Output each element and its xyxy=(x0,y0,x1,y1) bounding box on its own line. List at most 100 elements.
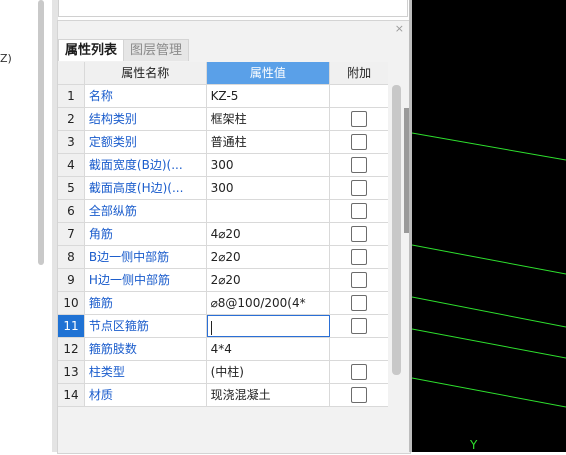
grid-scrollbar[interactable] xyxy=(392,85,401,375)
property-value[interactable]: 现浇混凝土 xyxy=(207,384,331,406)
cad-line xyxy=(411,132,566,161)
top-panel-box xyxy=(58,0,408,17)
table-row[interactable]: 9 H边一侧中部筋 2⌀20 xyxy=(58,269,388,292)
table-row[interactable]: 12 箍筋肢数 4*4 xyxy=(58,338,388,361)
add-cell xyxy=(330,223,388,245)
property-value[interactable]: 4⌀20 xyxy=(207,223,331,245)
header-name[interactable]: 属性名称 xyxy=(85,62,207,84)
property-value[interactable]: 4*4 xyxy=(207,338,331,360)
grid-rows: 1 名称 KZ-5 2 结构类别 框架柱 3 定额类别 普通柱 4 截面宽度(B边)(... 300 5… xyxy=(58,85,388,407)
table-row[interactable]: 4 截面宽度(B边)(... 300 xyxy=(58,154,388,177)
property-name: 角筋 xyxy=(85,223,207,245)
property-value[interactable]: 300 xyxy=(207,177,331,199)
add-checkbox[interactable] xyxy=(351,387,368,403)
table-row[interactable]: 10 箍筋 ⌀8@100/200(4* xyxy=(58,292,388,315)
header-index xyxy=(58,62,85,84)
cad-line xyxy=(411,328,566,359)
property-value[interactable]: ⌀8@100/200(4* xyxy=(207,292,331,314)
header-add[interactable]: 附加 xyxy=(330,62,388,84)
property-name: 截面宽度(B边)(... xyxy=(85,154,207,176)
property-grid: 属性名称 属性值 附加 1 名称 KZ-5 2 结构类别 框架柱 3 定额类别 普通柱 4 截面宽度… xyxy=(58,62,388,407)
table-row[interactable]: 3 定额类别 普通柱 xyxy=(58,131,388,154)
text-caret xyxy=(210,320,212,335)
add-cell xyxy=(330,200,388,222)
add-checkbox[interactable] xyxy=(351,364,368,380)
cad-canvas[interactable] xyxy=(411,0,566,452)
table-row[interactable]: 6 全部纵筋 xyxy=(58,200,388,223)
row-index: 10 xyxy=(58,292,85,314)
table-row[interactable]: 11 节点区箍筋 xyxy=(58,315,388,338)
row-index: 14 xyxy=(58,384,85,406)
row-index: 8 xyxy=(58,246,85,268)
close-icon[interactable]: × xyxy=(395,22,404,35)
add-checkbox[interactable] xyxy=(351,226,368,242)
cad-line xyxy=(411,296,566,328)
add-cell xyxy=(330,292,388,314)
add-cell xyxy=(330,361,388,383)
add-checkbox[interactable] xyxy=(351,203,368,219)
property-name: 箍筋肢数 xyxy=(85,338,207,360)
add-checkbox[interactable] xyxy=(351,111,368,127)
add-cell xyxy=(330,269,388,291)
table-row[interactable]: 13 柱类型 (中柱) xyxy=(58,361,388,384)
left-scrollbar[interactable] xyxy=(38,0,44,265)
table-row[interactable]: 2 结构类别 框架柱 xyxy=(58,108,388,131)
property-value[interactable]: 普通柱 xyxy=(207,131,331,153)
row-index: 2 xyxy=(58,108,85,130)
property-name: 全部纵筋 xyxy=(85,200,207,222)
tab-property-list[interactable]: 属性列表 xyxy=(58,39,125,61)
property-value[interactable]: 300 xyxy=(207,154,331,176)
panel-tabs: 属性列表 图层管理 xyxy=(58,39,190,61)
property-value[interactable]: (中柱) xyxy=(207,361,331,383)
row-index: 5 xyxy=(58,177,85,199)
property-name: 定额类别 xyxy=(85,131,207,153)
add-cell xyxy=(330,131,388,153)
table-row[interactable]: 1 名称 KZ-5 xyxy=(58,85,388,108)
header-value[interactable]: 属性值 xyxy=(206,62,331,84)
row-index: 3 xyxy=(58,131,85,153)
row-index: 12 xyxy=(58,338,85,360)
add-checkbox[interactable] xyxy=(351,180,368,196)
row-index: 4 xyxy=(58,154,85,176)
add-cell xyxy=(330,85,388,107)
left-pane-text: Z) xyxy=(0,52,12,65)
add-checkbox[interactable] xyxy=(351,272,368,288)
add-cell xyxy=(330,154,388,176)
property-name: 节点区箍筋 xyxy=(85,315,207,337)
property-value[interactable] xyxy=(206,315,331,337)
add-cell xyxy=(330,246,388,268)
property-name: 柱类型 xyxy=(85,361,207,383)
property-value[interactable]: KZ-5 xyxy=(207,85,331,107)
property-name: 材质 xyxy=(85,384,207,406)
add-checkbox[interactable] xyxy=(351,249,368,265)
row-index: 13 xyxy=(58,361,85,383)
table-row[interactable]: 7 角筋 4⌀20 xyxy=(58,223,388,246)
row-index: 7 xyxy=(58,223,85,245)
row-index: 9 xyxy=(58,269,85,291)
add-checkbox[interactable] xyxy=(351,134,368,150)
property-name: 箍筋 xyxy=(85,292,207,314)
add-cell xyxy=(330,177,388,199)
property-value[interactable] xyxy=(207,200,331,222)
property-panel: × 属性列表 图层管理 属性名称 属性值 附加 1 名称 KZ-5 2 结构类别 框架柱 3… xyxy=(57,20,411,454)
cad-drawing xyxy=(411,132,566,408)
add-checkbox[interactable] xyxy=(351,318,368,334)
cad-line xyxy=(411,244,566,275)
property-value[interactable]: 框架柱 xyxy=(207,108,331,130)
table-row[interactable]: 14 材质 现浇混凝土 xyxy=(58,384,388,407)
property-name: H边一侧中部筋 xyxy=(85,269,207,291)
table-row[interactable]: 8 B边一侧中部筋 2⌀20 xyxy=(58,246,388,269)
add-checkbox[interactable] xyxy=(351,295,368,311)
add-cell xyxy=(330,338,388,360)
add-cell xyxy=(330,315,388,337)
property-value[interactable]: 2⌀20 xyxy=(207,246,331,268)
tab-layer-management[interactable]: 图层管理 xyxy=(124,39,190,61)
add-cell xyxy=(330,384,388,406)
property-value[interactable]: 2⌀20 xyxy=(207,269,331,291)
property-name: 名称 xyxy=(85,85,207,107)
row-index: 6 xyxy=(58,200,85,222)
y-axis-label: Y xyxy=(470,438,478,452)
property-name: B边一侧中部筋 xyxy=(85,246,207,268)
table-row[interactable]: 5 截面高度(H边)(... 300 xyxy=(58,177,388,200)
add-checkbox[interactable] xyxy=(351,157,368,173)
